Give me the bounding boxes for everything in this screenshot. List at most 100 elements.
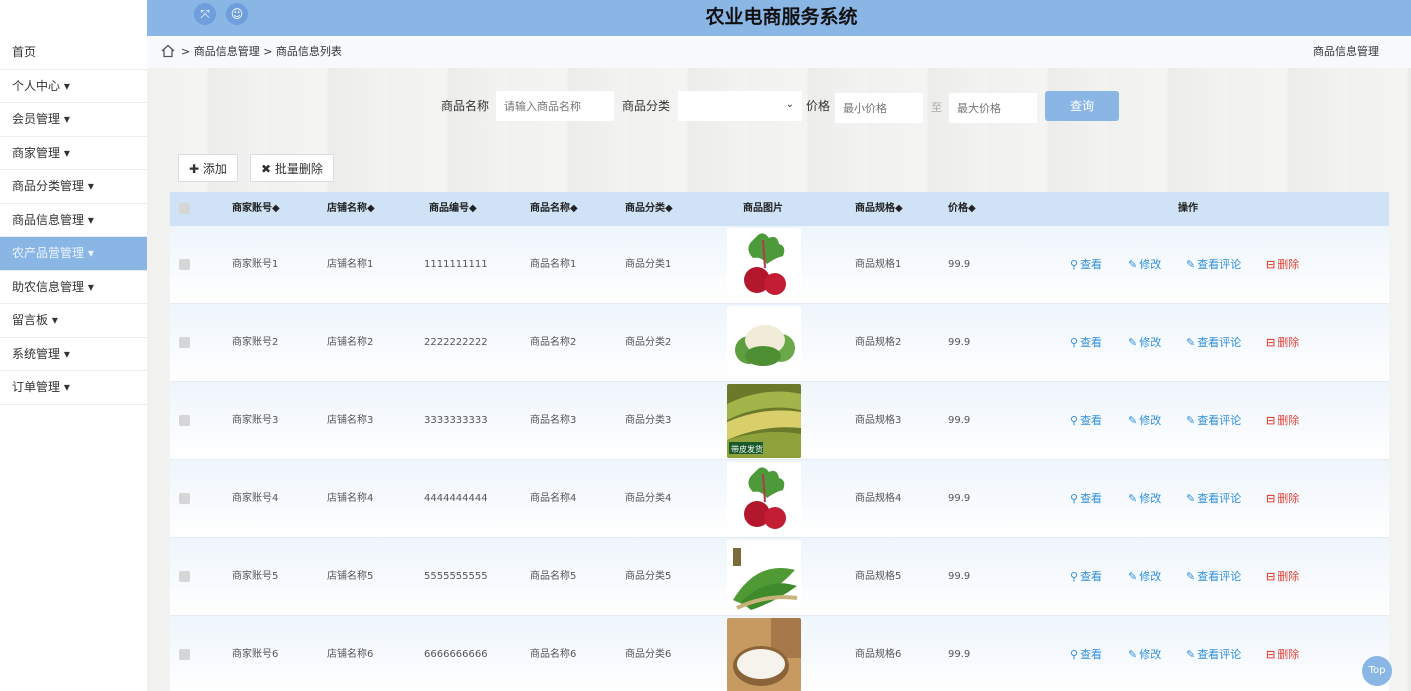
row-checkbox[interactable] — [179, 337, 190, 348]
view-button[interactable]: ⚲ 查看 — [1070, 538, 1102, 616]
view-reviews-button[interactable]: ✎ 查看评论 — [1186, 304, 1241, 382]
edit-label: 修改 — [1139, 258, 1162, 271]
breadcrumb: > 商品信息管理 > 商品信息列表 商品信息管理 — [147, 36, 1411, 68]
cell-spec: 商品规格4 — [855, 493, 902, 504]
edit-button[interactable]: ✎ 修改 — [1128, 616, 1161, 691]
breadcrumb-current: 商品信息管理 — [1313, 45, 1379, 58]
edit-button[interactable]: ✎ 修改 — [1128, 382, 1161, 460]
table-row: 商家账号1 店铺名称1 1111111111 商品名称1 商品分类1 商品规格1 99.9 ⚲… — [170, 226, 1389, 304]
pencil-icon: ✎ — [1186, 414, 1196, 427]
min-price-input[interactable] — [835, 93, 923, 123]
edit-button[interactable]: ✎ 修改 — [1128, 460, 1161, 538]
view-reviews-label: 查看评论 — [1197, 258, 1242, 271]
column-header[interactable]: 商品图片 — [743, 192, 783, 226]
view-reviews-button[interactable]: ✎ 查看评论 — [1186, 226, 1241, 304]
view-button[interactable]: ⚲ 查看 — [1070, 226, 1102, 304]
delete-label: 删除 — [1277, 648, 1300, 661]
pencil-icon: ✎ — [1186, 648, 1196, 661]
add-button[interactable]: ✚ 添加 — [178, 154, 238, 182]
column-header[interactable]: 商品编号◆ — [429, 192, 477, 226]
trash-icon: ⊟ — [1266, 258, 1276, 271]
home-icon[interactable] — [161, 44, 175, 58]
column-header[interactable]: 商品名称◆ — [530, 192, 578, 226]
name-label: 商品名称 — [441, 99, 490, 113]
edit-button[interactable]: ✎ 修改 — [1128, 538, 1161, 616]
edit-label: 修改 — [1139, 492, 1162, 505]
sidebar-item-0[interactable]: 首页 — [0, 36, 147, 70]
pencil-icon: ✎ — [1128, 336, 1138, 349]
cell-shop: 店铺名称5 — [327, 571, 374, 582]
cell-spec: 商品规格2 — [855, 337, 902, 348]
delete-button[interactable]: ⊟ 删除 — [1266, 226, 1299, 304]
cell-code: 5555555555 — [424, 571, 488, 582]
product-image — [727, 306, 801, 380]
row-checkbox[interactable] — [179, 493, 190, 504]
cell-name: 商品名称1 — [530, 259, 577, 270]
sidebar-item-9[interactable]: 系统管理 ▾ — [0, 338, 147, 371]
column-header[interactable]: 店铺名称◆ — [327, 192, 375, 226]
product-image — [727, 228, 801, 302]
search-icon: ⚲ — [1070, 414, 1079, 427]
price-label: 价格 — [806, 99, 831, 113]
column-header[interactable]: 商家账号◆ — [232, 192, 280, 226]
sidebar-item-6[interactable]: 农产品营管理 ▾ — [0, 237, 147, 271]
cell-category: 商品分类3 — [625, 415, 672, 426]
edit-button[interactable]: ✎ 修改 — [1128, 226, 1161, 304]
sidebar-item-3[interactable]: 商家管理 ▾ — [0, 137, 147, 170]
delete-button[interactable]: ⊟ 删除 — [1266, 460, 1299, 538]
product-image — [727, 618, 801, 691]
sidebar-item-10[interactable]: 订单管理 ▾ — [0, 371, 147, 405]
view-button[interactable]: ⚲ 查看 — [1070, 304, 1102, 382]
edit-label: 修改 — [1139, 414, 1162, 427]
column-header[interactable]: 操作 — [1178, 192, 1198, 226]
cell-category: 商品分类1 — [625, 259, 672, 270]
search-icon: ⚲ — [1070, 570, 1079, 583]
view-button[interactable]: ⚲ 查看 — [1070, 616, 1102, 691]
sidebar-item-5[interactable]: 商品信息管理 ▾ — [0, 204, 147, 237]
row-checkbox[interactable] — [179, 571, 190, 582]
max-price-input[interactable] — [949, 93, 1037, 123]
back-to-top-button[interactable]: Top — [1362, 656, 1392, 686]
search-icon: ⚲ — [1070, 492, 1079, 505]
pencil-icon: ✎ — [1186, 336, 1196, 349]
column-header[interactable]: 价格◆ — [948, 192, 976, 226]
view-label: 查看 — [1080, 258, 1103, 271]
cell-spec: 商品规格6 — [855, 649, 902, 660]
sidebar-item-8[interactable]: 留言板 ▾ — [0, 304, 147, 338]
trash-icon: ⊟ — [1266, 492, 1276, 505]
svg-text:带皮发货: 带皮发货 — [731, 444, 763, 454]
batch-delete-button[interactable]: ✖ 批量删除 — [250, 154, 334, 182]
delete-button[interactable]: ⊟ 删除 — [1266, 304, 1299, 382]
edit-button[interactable]: ✎ 修改 — [1128, 304, 1161, 382]
sidebar-item-1[interactable]: 个人中心 ▾ — [0, 70, 147, 103]
breadcrumb-path[interactable]: > 商品信息管理 > 商品信息列表 — [181, 36, 342, 68]
column-header[interactable]: 商品规格◆ — [855, 192, 903, 226]
view-button[interactable]: ⚲ 查看 — [1070, 460, 1102, 538]
query-button[interactable]: 查询 — [1045, 91, 1119, 121]
view-reviews-button[interactable]: ✎ 查看评论 — [1186, 616, 1241, 691]
view-reviews-button[interactable]: ✎ 查看评论 — [1186, 460, 1241, 538]
column-header[interactable]: 商品分类◆ — [625, 192, 673, 226]
name-input[interactable] — [496, 91, 614, 121]
delete-button[interactable]: ⊟ 删除 — [1266, 382, 1299, 460]
view-reviews-button[interactable]: ✎ 查看评论 — [1186, 538, 1241, 616]
delete-label: 删除 — [1277, 414, 1300, 427]
sidebar-item-2[interactable]: 会员管理 ▾ — [0, 103, 147, 137]
search-icon: ⚲ — [1070, 336, 1079, 349]
row-checkbox[interactable] — [179, 415, 190, 426]
pencil-icon: ✎ — [1128, 648, 1138, 661]
row-checkbox[interactable] — [179, 259, 190, 270]
cell-shop: 店铺名称6 — [327, 649, 374, 660]
delete-button[interactable]: ⊟ 删除 — [1266, 538, 1299, 616]
delete-button[interactable]: ⊟ 删除 — [1266, 616, 1299, 691]
view-reviews-button[interactable]: ✎ 查看评论 — [1186, 382, 1241, 460]
category-select[interactable]: ⌄ — [678, 91, 802, 121]
select-all-checkbox[interactable] — [179, 203, 190, 214]
row-checkbox[interactable] — [179, 649, 190, 660]
view-label: 查看 — [1080, 570, 1103, 583]
sidebar-item-7[interactable]: 助农信息管理 ▾ — [0, 271, 147, 304]
cell-account: 商家账号6 — [232, 649, 279, 660]
sidebar-item-4[interactable]: 商品分类管理 ▾ — [0, 170, 147, 204]
view-button[interactable]: ⚲ 查看 — [1070, 382, 1102, 460]
sidebar: 首页 个人中心 ▾ 会员管理 ▾ 商家管理 ▾ 商品分类管理 ▾ 商品信息管理 ▾ 农产品营… — [0, 36, 147, 691]
